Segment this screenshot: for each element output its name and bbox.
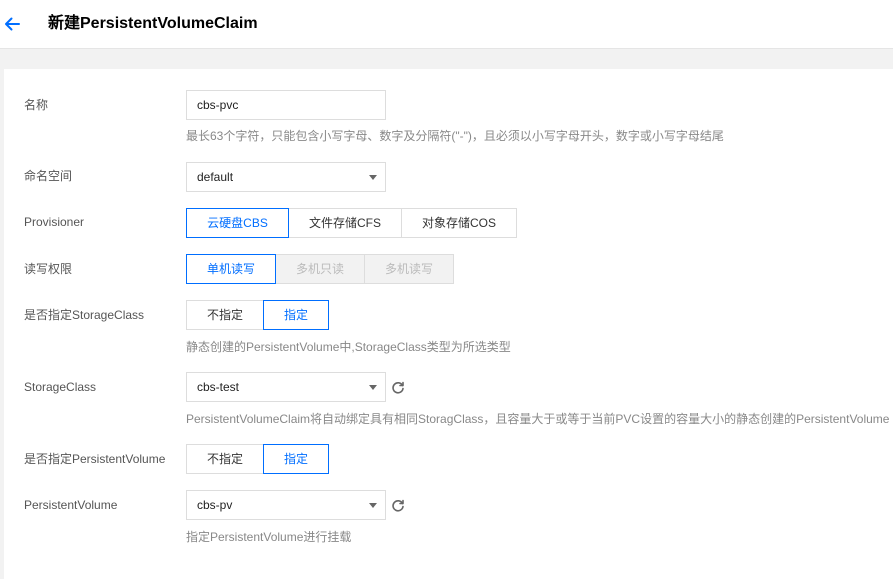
provisioner-option-cbs[interactable]: 云硬盘CBS [186, 208, 289, 238]
specify-pv-segmented: 不指定 指定 [186, 444, 329, 474]
provisioner-option-cfs[interactable]: 文件存储CFS [288, 208, 402, 238]
access-option-rwo[interactable]: 单机读写 [186, 254, 276, 284]
storageclass-value: cbs-test [197, 380, 240, 394]
refresh-icon[interactable] [391, 498, 405, 512]
access-option-rwx[interactable]: 多机读写 [364, 254, 454, 284]
pv-select[interactable]: cbs-pv [186, 490, 386, 520]
pv-value: cbs-pv [197, 498, 233, 512]
provisioner-segmented: 云硬盘CBS 文件存储CFS 对象存储COS [186, 208, 517, 238]
pv-label: PersistentVolume [24, 498, 118, 512]
storageclass-select[interactable]: cbs-test [186, 372, 386, 402]
access-segmented: 单机读写 多机只读 多机读写 [186, 254, 454, 284]
specify-pv-option-yes[interactable]: 指定 [263, 444, 329, 474]
pv-hint: 指定PersistentVolume进行挂载 [186, 530, 352, 544]
specify-storageclass-hint: 静态创建的PersistentVolume中,StorageClass类型为所选… [186, 340, 511, 354]
namespace-value: default [197, 170, 234, 184]
chevron-down-icon [369, 503, 377, 508]
access-option-rox[interactable]: 多机只读 [275, 254, 365, 284]
storageclass-label: StorageClass [24, 380, 97, 394]
page-header: 新建PersistentVolumeClaim [0, 0, 893, 49]
form-panel [4, 69, 893, 579]
provisioner-option-cos[interactable]: 对象存储COS [401, 208, 517, 238]
namespace-select[interactable]: default [186, 162, 386, 192]
name-hint: 最长63个字符，只能包含小写字母、数字及分隔符("-")，且必须以小写字母开头，… [186, 129, 724, 143]
specify-storageclass-option-no[interactable]: 不指定 [186, 300, 264, 330]
back-arrow-icon[interactable] [3, 13, 21, 35]
name-label: 名称 [24, 98, 49, 112]
chevron-down-icon [369, 385, 377, 390]
namespace-label: 命名空间 [24, 169, 73, 183]
storageclass-hint: PersistentVolumeClaim将自动绑定具有相同StoragClas… [186, 412, 890, 426]
specify-storageclass-label: 是否指定StorageClass [24, 308, 145, 322]
access-label: 读写权限 [24, 262, 73, 276]
specify-pv-option-no[interactable]: 不指定 [186, 444, 264, 474]
page-title: 新建PersistentVolumeClaim [48, 15, 258, 32]
chevron-down-icon [369, 175, 377, 180]
refresh-icon[interactable] [391, 380, 405, 394]
provisioner-label: Provisioner [24, 215, 85, 229]
specify-storageclass-option-yes[interactable]: 指定 [263, 300, 329, 330]
name-input[interactable] [186, 90, 386, 120]
specify-storageclass-segmented: 不指定 指定 [186, 300, 329, 330]
specify-pv-label: 是否指定PersistentVolume [24, 452, 166, 466]
